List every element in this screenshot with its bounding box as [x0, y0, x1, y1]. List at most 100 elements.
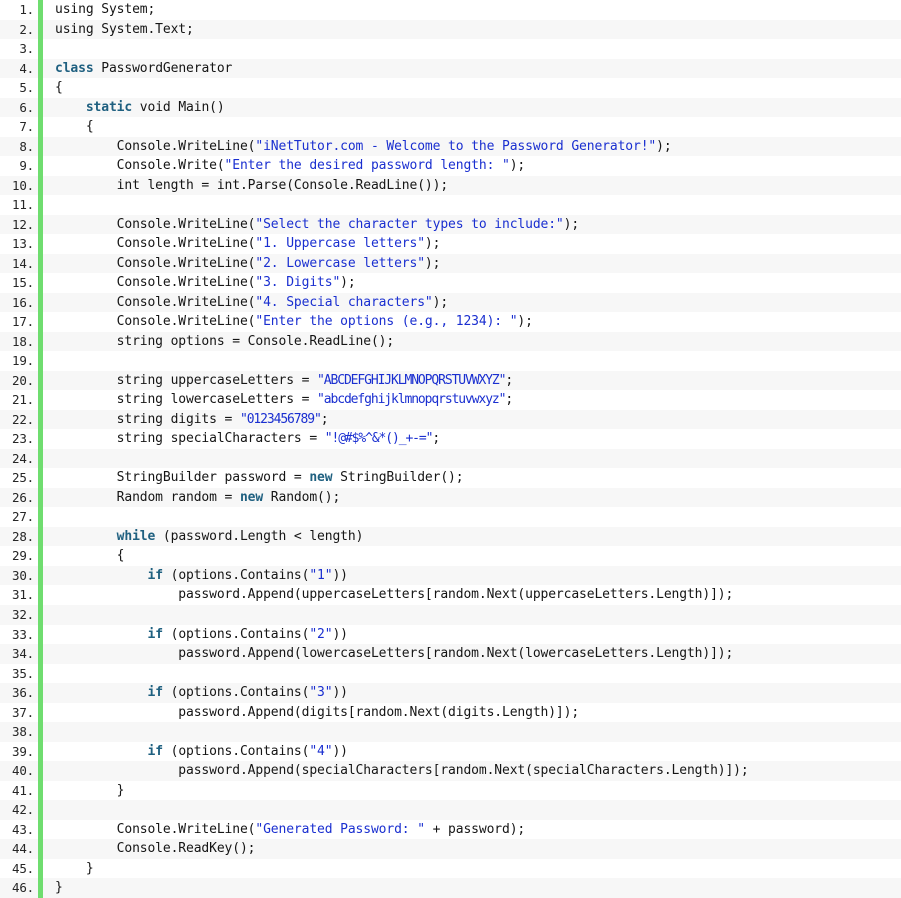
code-line-row[interactable]: 45. } — [0, 858, 901, 879]
code-line-row[interactable]: 17. Console.WriteLine("Enter the options… — [0, 312, 901, 332]
code-line-row[interactable]: 42. — [0, 800, 901, 820]
code-string-token: "1" — [309, 567, 333, 583]
code-line-row[interactable]: 34. password.Append(lowercaseLetters[ran… — [0, 644, 901, 664]
line-code[interactable]: while (password.Length < length) — [55, 527, 901, 547]
code-line-row[interactable]: 7. { — [0, 117, 901, 137]
line-code[interactable]: { — [55, 546, 901, 566]
code-line-row[interactable]: 39. if (options.Contains("4")) — [0, 741, 901, 762]
code-string-token: "1. Uppercase letters" — [255, 236, 425, 252]
line-code[interactable]: Console.WriteLine("Enter the options (e.… — [55, 312, 901, 332]
code-line-row[interactable]: 27. — [0, 507, 901, 527]
code-plain-token: ; — [505, 392, 514, 408]
code-plain-token: void Main() — [132, 99, 225, 115]
line-code[interactable]: class PasswordGenerator — [55, 59, 901, 79]
line-code[interactable]: string specialCharacters = "!@#$%^&*()_+… — [55, 429, 901, 449]
line-number: 20. — [12, 372, 34, 388]
code-line-row[interactable]: 40. password.Append(specialCharacters[ra… — [0, 761, 901, 781]
code-line-row[interactable]: 18. string options = Console.ReadLine(); — [0, 331, 901, 352]
code-line-row[interactable]: 19. — [0, 351, 901, 371]
code-line-row[interactable]: 3. — [0, 39, 901, 59]
code-line-row[interactable]: 8. Console.WriteLine("iNetTutor.com - We… — [0, 136, 901, 157]
line-code[interactable]: string options = Console.ReadLine(); — [55, 332, 901, 352]
code-line-row[interactable]: 33. if (options.Contains("2")) — [0, 624, 901, 645]
line-code[interactable]: password.Append(uppercaseLetters[random.… — [55, 585, 901, 605]
code-line-row[interactable]: 31. password.Append(uppercaseLetters[ran… — [0, 585, 901, 605]
code-line-row[interactable]: 30. if (options.Contains("1")) — [0, 565, 901, 586]
code-line-row[interactable]: 41. } — [0, 780, 901, 801]
line-code[interactable]: Console.WriteLine("4. Special characters… — [55, 293, 901, 313]
code-line-row[interactable]: 16. Console.WriteLine("4. Special charac… — [0, 292, 901, 313]
code-line-row[interactable]: 14. Console.WriteLine("2. Lowercase lett… — [0, 253, 901, 274]
code-line-row[interactable]: 13. Console.WriteLine("1. Uppercase lett… — [0, 234, 901, 254]
line-code[interactable]: using System.Text; — [55, 20, 901, 40]
line-code[interactable]: static void Main() — [55, 98, 901, 118]
line-code[interactable]: if (options.Contains("3")) — [55, 683, 901, 703]
code-line-row[interactable]: 6. static void Main() — [0, 97, 901, 118]
line-code[interactable]: Random random = new Random(); — [55, 488, 901, 508]
line-code[interactable]: string digits = "0123456789"; — [55, 410, 901, 430]
line-code[interactable]: password.Append(digits[random.Next(digit… — [55, 703, 901, 723]
code-line-row[interactable]: 25. StringBuilder password = new StringB… — [0, 468, 901, 488]
line-code[interactable]: { — [55, 117, 901, 137]
line-code[interactable]: { — [55, 78, 901, 98]
code-line-row[interactable]: 35. — [0, 663, 901, 684]
line-code[interactable]: } — [55, 781, 901, 801]
line-number: 23. — [12, 431, 34, 447]
code-line-row[interactable]: 5. { — [0, 78, 901, 98]
line-code[interactable]: Console.WriteLine("1. Uppercase letters"… — [55, 234, 901, 254]
line-code[interactable]: Console.WriteLine("Generated Password: "… — [55, 820, 901, 840]
code-line-row[interactable]: 29. { — [0, 546, 901, 566]
code-plain-token: (password.Length < length) — [155, 528, 364, 544]
code-string-token: "3. Digits" — [255, 275, 341, 291]
code-plain-token: ); — [563, 216, 580, 232]
line-code[interactable]: password.Append(specialCharacters[random… — [55, 761, 901, 781]
code-string-token: "2. Lowercase letters" — [255, 255, 425, 271]
line-code[interactable]: if (options.Contains("1")) — [55, 566, 901, 586]
code-line-row[interactable]: 46.} — [0, 878, 901, 898]
code-line-row[interactable]: 10. int length = int.Parse(Console.ReadL… — [0, 175, 901, 196]
code-line-row[interactable]: 43. Console.WriteLine("Generated Passwor… — [0, 819, 901, 840]
code-plain-token: (options.Contains( — [162, 685, 310, 701]
code-plain-token: int length = int.Parse(Console.ReadLine(… — [55, 177, 449, 193]
line-code[interactable]: Console.WriteLine("iNetTutor.com - Welco… — [55, 137, 901, 157]
line-code[interactable]: Console.ReadKey(); — [55, 839, 901, 859]
line-code[interactable]: string uppercaseLetters = "ABCDEFGHIJKLM… — [55, 371, 901, 391]
code-line-row[interactable]: 26. Random random = new Random(); — [0, 487, 901, 508]
code-line-row[interactable]: 22. string digits = "0123456789"; — [0, 409, 901, 430]
code-line-row[interactable]: 4. class PasswordGenerator — [0, 58, 901, 79]
code-line-row[interactable]: 20. string uppercaseLetters = "ABCDEFGHI… — [0, 370, 901, 391]
code-line-row[interactable]: 1. using System; — [0, 0, 901, 20]
line-code[interactable]: } — [55, 859, 901, 879]
code-line-row[interactable]: 37. password.Append(digits[random.Next(d… — [0, 702, 901, 723]
code-line-row[interactable]: 21. string lowercaseLetters = "abcdefghi… — [0, 390, 901, 410]
line-code[interactable]: using System; — [55, 0, 901, 20]
line-code[interactable]: Console.Write("Enter the desired passwor… — [55, 156, 901, 176]
line-code[interactable]: password.Append(lowercaseLetters[random.… — [55, 644, 901, 664]
code-line-row[interactable]: 9. Console.Write("Enter the desired pass… — [0, 156, 901, 176]
code-plain-token: password.Append(lowercaseLetters[random.… — [55, 646, 734, 662]
line-number: 33. — [12, 626, 34, 642]
code-line-row[interactable]: 32. — [0, 604, 901, 625]
code-line-row[interactable]: 28. while (password.Length < length) — [0, 526, 901, 547]
line-code[interactable]: Console.WriteLine("Select the character … — [55, 215, 901, 235]
line-code[interactable]: if (options.Contains("2")) — [55, 625, 901, 645]
code-line-row[interactable]: 15. Console.WriteLine("3. Digits"); — [0, 273, 901, 293]
line-code[interactable]: Console.WriteLine("2. Lowercase letters"… — [55, 254, 901, 274]
code-plain-token — [55, 744, 147, 759]
code-line-row[interactable]: 11. — [0, 195, 901, 215]
line-code[interactable]: Console.WriteLine("3. Digits"); — [55, 273, 901, 293]
code-line-row[interactable]: 24. — [0, 448, 901, 469]
code-line-row[interactable]: 44. Console.ReadKey(); — [0, 839, 901, 859]
line-code[interactable]: int length = int.Parse(Console.ReadLine(… — [55, 176, 901, 196]
code-line-row[interactable]: 38. — [0, 722, 901, 742]
code-line-row[interactable]: 12. Console.WriteLine("Select the charac… — [0, 214, 901, 235]
line-code[interactable]: string lowercaseLetters = "abcdefghijklm… — [55, 390, 901, 410]
code-line-row[interactable]: 36. if (options.Contains("3")) — [0, 683, 901, 703]
code-keyword-token: new — [309, 470, 333, 486]
code-line-row[interactable]: 2. using System.Text; — [0, 19, 901, 40]
code-plain-token — [55, 568, 147, 583]
line-code[interactable]: if (options.Contains("4")) — [55, 742, 901, 762]
line-code[interactable]: } — [55, 878, 901, 898]
line-code[interactable]: StringBuilder password = new StringBuild… — [55, 468, 901, 488]
code-line-row[interactable]: 23. string specialCharacters = "!@#$%^&*… — [0, 429, 901, 449]
